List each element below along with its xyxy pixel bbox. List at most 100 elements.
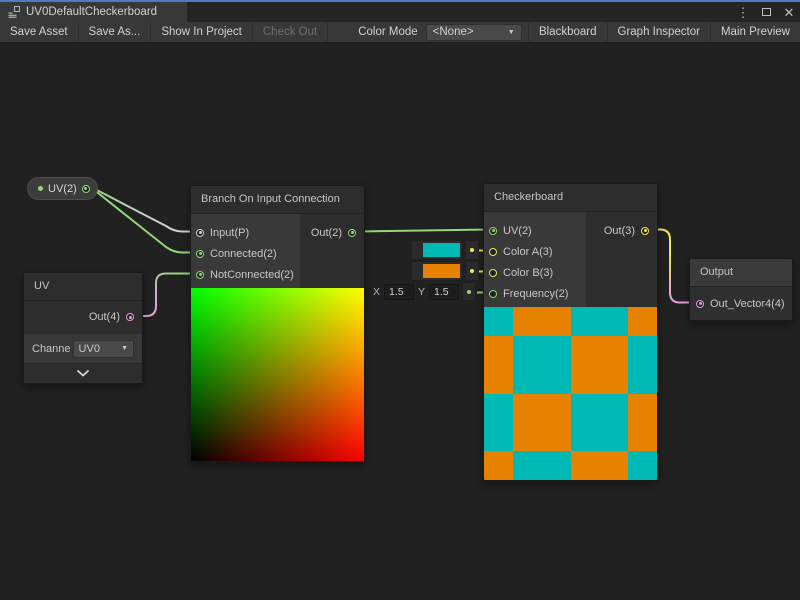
- uv-channel-row: Channe UV0 ▼: [24, 333, 142, 363]
- toolbar-right-group: Blackboard Graph Inspector Main Preview: [528, 22, 800, 42]
- uv-out-label: Out(4): [89, 311, 120, 323]
- branch-output-row: Out(2): [300, 222, 364, 243]
- checkerboard-preview: [484, 307, 657, 480]
- checker-cell: [571, 336, 629, 394]
- save-as-button[interactable]: Save As...: [79, 22, 152, 42]
- uv-collapse-control[interactable]: [24, 363, 142, 383]
- uv-property-label: UV(2): [48, 183, 77, 195]
- stub-dot: [467, 290, 471, 294]
- shader-graph-window: UV0DefaultCheckerboard ⋮ ✕ Save Asset Sa…: [0, 0, 800, 600]
- checker-cell: [484, 451, 513, 480]
- color-a-label: Color A(3): [503, 246, 553, 258]
- tab-uv0defaultcheckerboard[interactable]: UV0DefaultCheckerboard: [0, 2, 187, 22]
- branch-input-row: Input(P): [191, 222, 300, 243]
- color-b-port-stub: [465, 261, 479, 281]
- input-p-port[interactable]: [196, 229, 204, 237]
- branch-node-body: Input(P) Connected(2) NotConnected(2) Ou…: [191, 214, 364, 288]
- channel-label: Channe: [32, 343, 71, 355]
- connected-port[interactable]: [196, 250, 204, 258]
- collapse-chevron-icon: [76, 370, 90, 377]
- stub-dot: [470, 248, 474, 252]
- check-out-button: Check Out: [253, 22, 328, 42]
- tab-title: UV0DefaultCheckerboard: [26, 6, 157, 18]
- checkerboard-node-title: Checkerboard: [484, 184, 657, 212]
- branch-on-input-connection-node[interactable]: Branch On Input Connection Input(P) Conn…: [190, 185, 365, 462]
- color-a-swatch[interactable]: [423, 243, 460, 257]
- uv-node-title: UV: [24, 273, 142, 301]
- color-b-field[interactable]: [411, 261, 463, 281]
- save-asset-button[interactable]: Save Asset: [0, 22, 79, 42]
- checker-cell: [628, 307, 657, 336]
- checker-cell: [484, 307, 513, 336]
- color-a-port[interactable]: [489, 248, 497, 256]
- main-preview-toggle-button[interactable]: Main Preview: [710, 22, 800, 42]
- output-node[interactable]: Output Out_Vector4(4): [689, 258, 793, 321]
- stub-dot: [470, 269, 474, 273]
- close-icon[interactable]: ✕: [782, 5, 796, 19]
- checker-cell: [484, 394, 513, 452]
- checker-input-row: Color B(3): [484, 262, 586, 283]
- checker-out-port[interactable]: [641, 227, 649, 235]
- frequency-port-stub: [462, 282, 476, 301]
- more-menu-icon[interactable]: ⋮: [736, 5, 750, 19]
- color-mode-value: <None>: [433, 26, 474, 38]
- out-vector4-port[interactable]: [696, 300, 704, 308]
- checker-cell: [484, 336, 513, 394]
- frequency-port[interactable]: [489, 290, 497, 298]
- checker-out-label: Out(3): [604, 225, 635, 237]
- notconnected-port[interactable]: [196, 271, 204, 279]
- color-a-port-stub: [465, 240, 479, 260]
- window-controls: ⋮ ✕: [736, 2, 796, 22]
- color-a-field[interactable]: [411, 240, 463, 260]
- branch-input-row: Connected(2): [191, 243, 300, 264]
- output-input-row: Out_Vector4(4): [690, 287, 792, 320]
- graph-inspector-toggle-button[interactable]: Graph Inspector: [607, 22, 710, 42]
- frequency-x-input[interactable]: [384, 284, 414, 300]
- checker-input-row: Color A(3): [484, 241, 586, 262]
- checker-cell: [513, 307, 571, 336]
- checker-uv-label: UV(2): [503, 225, 532, 237]
- blackboard-toggle-button[interactable]: Blackboard: [528, 22, 607, 42]
- uv-output-row: Out(4): [24, 301, 142, 333]
- color-b-port[interactable]: [489, 269, 497, 277]
- color-mode-dropdown[interactable]: <None> ▼: [426, 24, 522, 41]
- output-node-title: Output: [690, 259, 792, 287]
- checkerboard-node-body: UV(2) Color A(3) Color B(3) Frequency(2): [484, 212, 657, 307]
- checker-uv-port[interactable]: [489, 227, 497, 235]
- color-mode-label: Color Mode: [328, 26, 425, 38]
- chevron-down-icon: ▼: [508, 29, 515, 36]
- branch-node-uv-preview: [191, 288, 364, 461]
- show-in-project-button[interactable]: Show In Project: [151, 22, 253, 42]
- checker-input-row: UV(2): [484, 220, 586, 241]
- uv-pill-output-port[interactable]: [82, 185, 90, 193]
- branch-out-label: Out(2): [311, 227, 342, 239]
- branch-node-title: Branch On Input Connection: [191, 186, 364, 214]
- notconnected-label: NotConnected(2): [210, 269, 294, 281]
- channel-value: UV0: [79, 343, 100, 355]
- shader-graph-file-icon: [8, 6, 20, 18]
- frequency-label: Frequency(2): [503, 288, 568, 300]
- color-b-default-widget: [411, 261, 479, 281]
- checker-output-row: Out(3): [586, 220, 657, 241]
- branch-input-row: NotConnected(2): [191, 264, 300, 285]
- x-axis-label: X: [372, 286, 381, 298]
- checker-cell: [513, 394, 571, 452]
- color-b-label: Color B(3): [503, 267, 553, 279]
- frequency-default-widget: X Y: [372, 282, 476, 301]
- input-p-label: Input(P): [210, 227, 249, 239]
- checkerboard-node[interactable]: Checkerboard UV(2) Color A(3) Color B(3): [483, 183, 658, 481]
- branch-out-port[interactable]: [348, 229, 356, 237]
- color-b-swatch[interactable]: [423, 264, 460, 278]
- maximize-icon[interactable]: [759, 5, 773, 19]
- out-vector4-label: Out_Vector4(4): [710, 298, 785, 310]
- frequency-y-input[interactable]: [429, 284, 459, 300]
- checker-cell: [571, 451, 629, 480]
- uv-property-pill[interactable]: UV(2): [27, 177, 98, 200]
- checker-cell: [513, 336, 571, 394]
- checker-cell: [571, 307, 629, 336]
- channel-dropdown[interactable]: UV0 ▼: [73, 340, 134, 358]
- checker-input-row: Frequency(2): [484, 283, 586, 304]
- color-a-default-widget: [411, 240, 479, 260]
- uv-out-port[interactable]: [126, 313, 134, 321]
- uv-node[interactable]: UV Out(4) Channe UV0 ▼: [23, 272, 143, 384]
